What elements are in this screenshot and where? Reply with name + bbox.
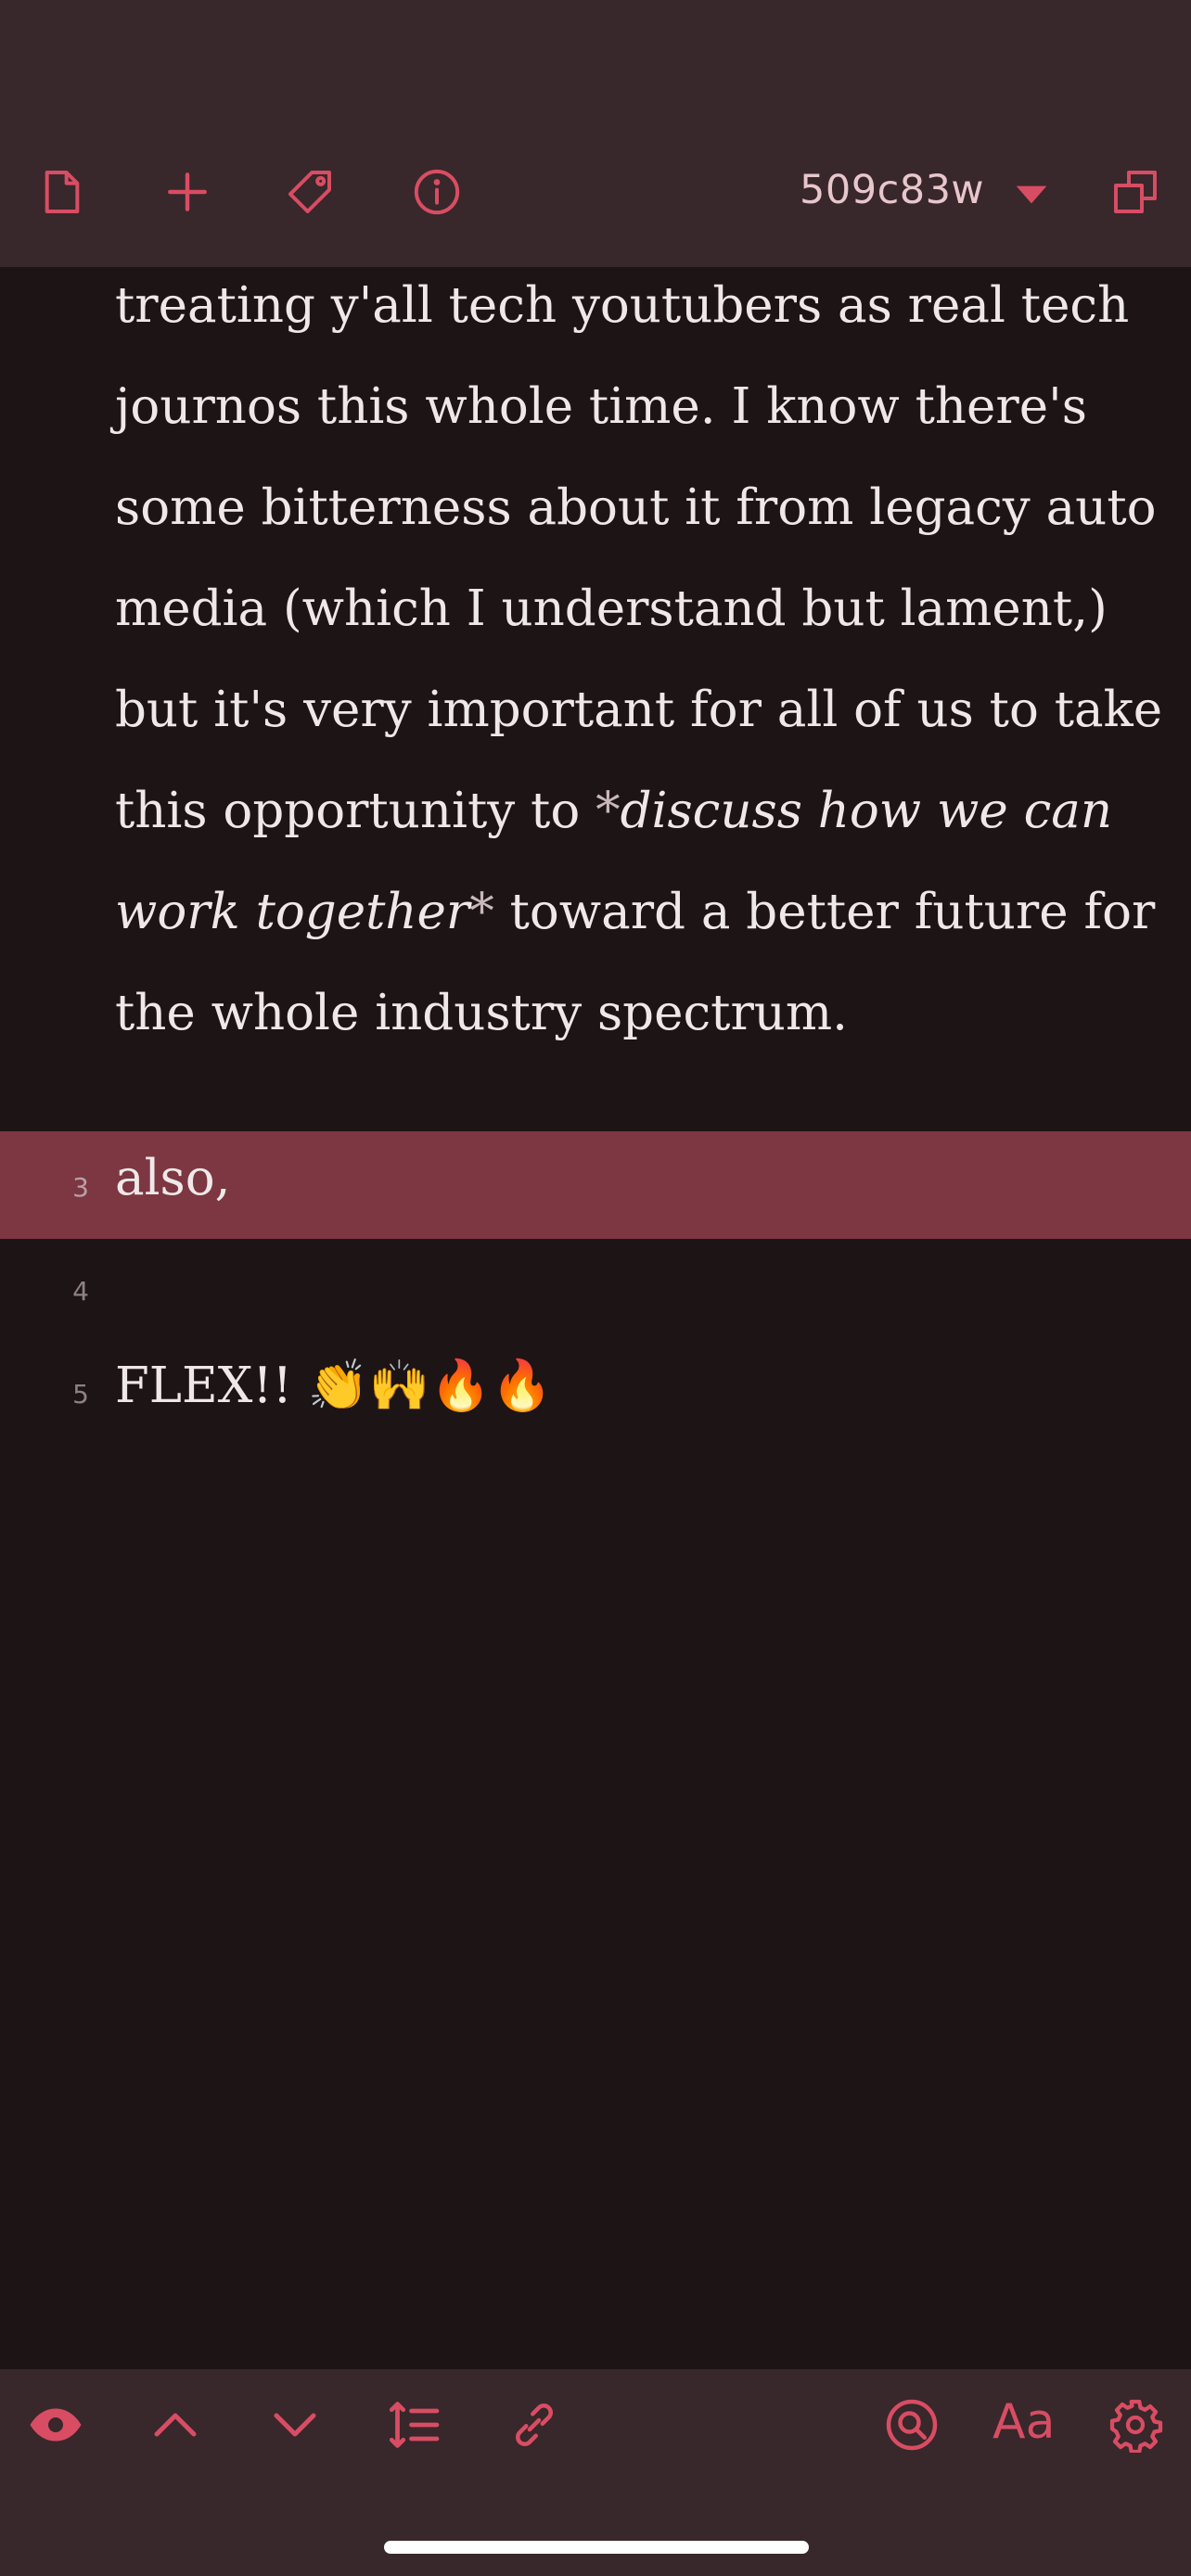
chevron-up-icon[interactable] — [146, 2395, 205, 2455]
line-number: 3 — [72, 1172, 89, 1203]
add-icon[interactable] — [158, 162, 217, 222]
line-number: 4 — [72, 1276, 89, 1307]
tag-icon[interactable] — [280, 162, 339, 222]
line-text: also, — [115, 1150, 231, 1206]
line-number: 5 — [72, 1379, 89, 1409]
editor[interactable]: treating y'all tech youtubers as real te… — [0, 267, 1191, 2369]
document-id[interactable]: 509c83w — [800, 167, 984, 213]
emoji-run: 👏🙌🔥🔥 — [307, 1358, 553, 1414]
editor-line-3-active[interactable]: 3 also, — [0, 1131, 1191, 1239]
settings-icon[interactable] — [1106, 2395, 1165, 2455]
info-icon[interactable] — [407, 162, 467, 222]
font-settings-button[interactable]: Aa — [992, 2394, 1055, 2450]
line-words: FLEX!! — [115, 1358, 308, 1414]
editor-line-4[interactable]: 4 — [0, 1235, 1191, 1343]
home-indicator[interactable] — [384, 2541, 809, 2554]
caret-down-icon[interactable] — [1002, 165, 1061, 224]
link-icon[interactable] — [505, 2395, 564, 2455]
paragraph-line-1: treating y'all tech youtubers as real te… — [115, 277, 1163, 1041]
window-icon[interactable] — [1106, 162, 1165, 222]
top-toolbar — [0, 0, 1191, 267]
editor-line-5[interactable]: 5 FLEX!! 👏🙌🔥🔥 — [0, 1338, 1191, 1446]
line-spacing-icon[interactable] — [384, 2395, 443, 2455]
document-icon[interactable] — [32, 162, 92, 222]
chevron-down-icon[interactable] — [265, 2395, 325, 2455]
line-text: FLEX!! 👏🙌🔥🔥 — [115, 1357, 553, 1414]
search-icon[interactable] — [882, 2395, 941, 2455]
eye-icon[interactable] — [26, 2395, 85, 2455]
